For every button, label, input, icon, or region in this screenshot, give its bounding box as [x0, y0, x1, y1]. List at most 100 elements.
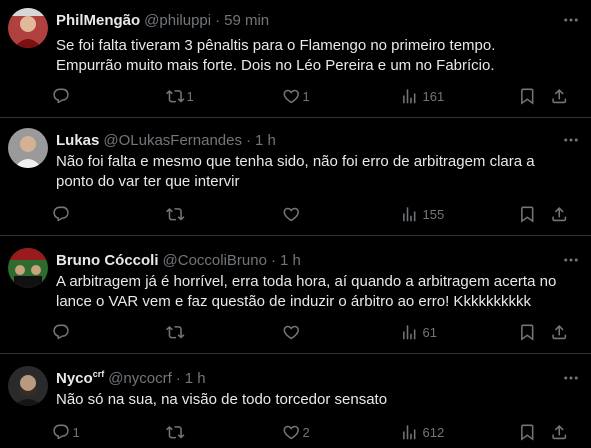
bookmark-icon [521, 206, 534, 223]
tweet-header: Bruno Cóccoli @CoccoliBruno · 1 h [56, 250, 301, 270]
bookmark-icon [521, 324, 534, 341]
retweet-icon [166, 425, 185, 439]
reply-button[interactable] [52, 204, 81, 224]
view-count: 155 [422, 206, 445, 222]
tweet-nyco[interactable]: Nycocrf @nycocrf · 1 h Não só na sua, na… [0, 354, 591, 448]
display-name-text: Nyco [56, 370, 93, 387]
user-handle[interactable]: @philuppi [144, 12, 211, 29]
reply-icon [53, 424, 69, 439]
avatar[interactable] [8, 366, 48, 406]
bookmark-icon [521, 424, 534, 441]
view-count: 161 [422, 88, 445, 104]
views-button[interactable]: 155 [400, 204, 444, 224]
more-dots-icon [564, 376, 578, 380]
more-dots-icon [564, 258, 578, 262]
more-options-button[interactable] [561, 130, 581, 150]
display-name[interactable]: PhilMengão [56, 12, 140, 29]
heart-icon [283, 89, 299, 104]
like-button[interactable] [282, 322, 311, 342]
timestamp[interactable]: 1 h [280, 252, 301, 269]
tweet-lukas[interactable]: Lukas @OLukasFernandes · 1 h Não foi fal… [0, 118, 591, 236]
like-count: 2 [302, 424, 310, 440]
bookmark-button[interactable] [518, 322, 537, 342]
separator-dot: · [270, 251, 276, 269]
retweet-count: 1 [186, 88, 194, 104]
action-bar: 61 [48, 322, 587, 342]
retweet-icon [166, 325, 185, 339]
share-button[interactable] [550, 322, 569, 342]
reply-button[interactable] [52, 322, 81, 342]
avatar[interactable] [8, 8, 48, 48]
retweet-icon [166, 207, 185, 221]
tweet-header: PhilMengão @philuppi · 59 min [56, 10, 269, 30]
views-bar-icon [403, 207, 416, 221]
like-count: 1 [302, 88, 310, 104]
reply-count: 1 [72, 424, 80, 440]
display-name-superscript: crf [92, 369, 105, 379]
share-icon [552, 206, 567, 221]
retweet-button[interactable] [166, 422, 195, 442]
more-options-button[interactable] [561, 250, 581, 270]
display-name[interactable]: Lukas [56, 132, 99, 149]
tweet-text-line: Se foi falta tiveram 3 pênaltis para o F… [56, 37, 496, 54]
separator-dot: · [175, 369, 181, 387]
reply-icon [53, 206, 69, 221]
separator-dot: · [246, 131, 251, 149]
views-bar-icon [403, 425, 416, 439]
user-handle[interactable]: @CoccoliBruno [163, 252, 267, 269]
tweet-bruno-coccoli[interactable]: Bruno Cóccoli @CoccoliBruno · 1 h A arbi… [0, 236, 591, 354]
like-button[interactable] [282, 204, 311, 224]
retweet-button[interactable] [166, 322, 195, 342]
user-handle[interactable]: @nycocrf [108, 370, 172, 387]
views-button[interactable]: 161 [400, 86, 444, 106]
share-icon [552, 88, 567, 103]
heart-icon [283, 207, 299, 222]
bookmark-button[interactable] [518, 86, 537, 106]
timestamp[interactable]: 1 h [255, 132, 276, 149]
heart-icon [283, 425, 299, 440]
share-button[interactable] [550, 86, 569, 106]
reply-button[interactable] [52, 86, 81, 106]
tweet-text-line: Não foi falta e mesmo que tenha sido, nã… [56, 153, 535, 170]
avatar[interactable] [8, 248, 48, 288]
separator-dot: · [215, 11, 221, 29]
more-options-button[interactable] [561, 10, 581, 30]
reply-button[interactable]: 1 [52, 422, 81, 442]
more-options-button[interactable] [561, 368, 581, 388]
retweet-button[interactable]: 1 [166, 86, 195, 106]
reply-icon [53, 88, 69, 103]
views-button[interactable]: 61 [400, 322, 437, 342]
share-button[interactable] [550, 422, 569, 442]
tweet-text-line: lance o VAR vem e faz questão de induzir… [56, 293, 531, 310]
tweet-text: Se foi falta tiveram 3 pênaltis para o F… [56, 36, 575, 76]
view-count: 61 [422, 324, 437, 340]
display-name[interactable]: Bruno Cóccoli [56, 252, 159, 269]
display-name[interactable]: Nycocrf [56, 369, 104, 387]
share-button[interactable] [550, 204, 569, 224]
timestamp[interactable]: 59 min [224, 12, 269, 29]
tweet-text-line: Empurrão muito mais forte. Dois no Léo P… [56, 57, 495, 74]
user-handle[interactable]: @OLukasFernandes [103, 132, 242, 149]
like-button[interactable]: 2 [282, 422, 311, 442]
like-button[interactable]: 1 [282, 86, 311, 106]
bookmark-button[interactable] [518, 204, 537, 224]
timestamp[interactable]: 1 h [185, 370, 206, 387]
tweet-philmengao[interactable]: PhilMengão @philuppi · 59 min Se foi fal… [0, 0, 591, 118]
tweet-text: A arbitragem já é horrível, erra toda ho… [56, 272, 575, 312]
views-button[interactable]: 612 [400, 422, 444, 442]
action-bar: 1 1 161 [48, 86, 587, 106]
bookmark-icon [521, 88, 534, 105]
views-bar-icon [403, 89, 416, 103]
retweet-icon [166, 89, 185, 103]
share-icon [552, 324, 567, 339]
tweet-header: Lukas @OLukasFernandes · 1 h [56, 130, 276, 150]
action-bar: 1 2 612 [48, 422, 587, 442]
tweet-text-line: A arbitragem já é horrível, erra toda ho… [56, 273, 557, 290]
more-dots-icon [564, 138, 578, 142]
bookmark-button[interactable] [518, 422, 537, 442]
reply-timeline: PhilMengão @philuppi · 59 min Se foi fal… [0, 0, 591, 448]
tweet-text-line: Não só na sua, na visão de todo torcedor… [56, 391, 388, 408]
retweet-button[interactable] [166, 204, 195, 224]
avatar[interactable] [8, 128, 48, 168]
action-bar: 155 [48, 204, 587, 224]
